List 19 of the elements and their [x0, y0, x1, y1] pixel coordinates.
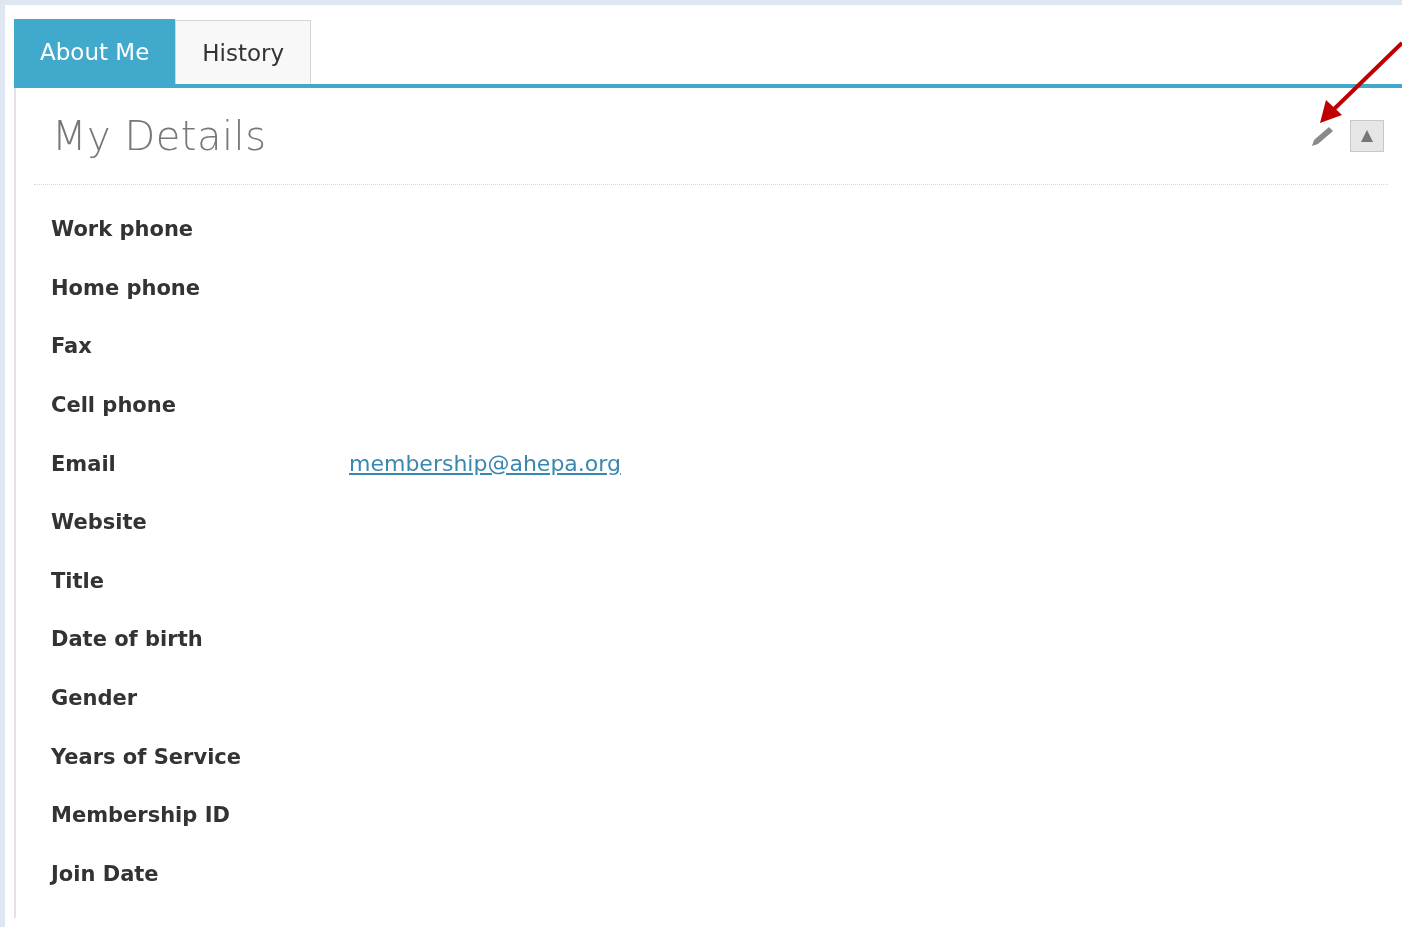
field-label: Website [51, 510, 148, 535]
field-label: Cell phone [51, 393, 177, 418]
collapse-button[interactable] [1350, 120, 1384, 152]
field-label: Years of Service [51, 744, 243, 769]
field-label: Work phone [51, 217, 195, 242]
field-label: Join Date [51, 861, 160, 886]
email-link[interactable]: membership@ahepa.org [349, 451, 621, 477]
field-label: Membership ID [51, 803, 231, 828]
field-label: Title [51, 568, 105, 593]
field-label: Fax [51, 334, 93, 359]
field-label: Date of birth [51, 627, 204, 652]
field-label: Home phone [51, 275, 202, 300]
tab[interactable]: History [175, 20, 312, 84]
tab[interactable]: About Me [14, 19, 176, 84]
triangle-icon [1360, 128, 1374, 144]
field-label: Gender [51, 686, 139, 711]
field-label: Email [51, 451, 117, 476]
pencil-icon[interactable] [1310, 124, 1336, 148]
section-title: My Details [52, 113, 268, 159]
